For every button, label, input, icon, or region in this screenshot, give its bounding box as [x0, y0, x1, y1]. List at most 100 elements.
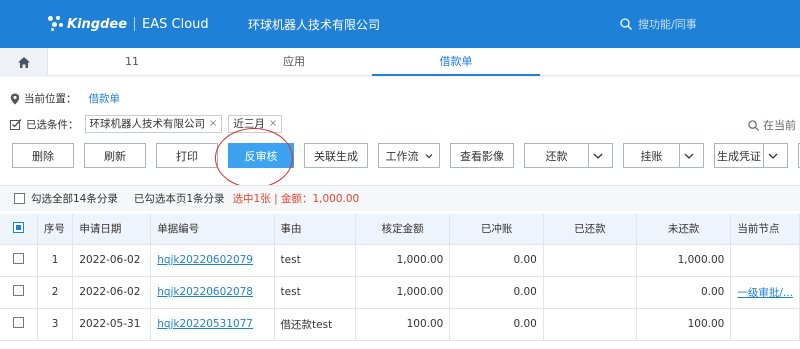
unpaid-amount: 0.00: [636, 276, 732, 309]
workflow-label: 工作流: [385, 149, 419, 163]
bill-code-link[interactable]: hqjk20220602078: [157, 286, 253, 298]
table-row[interactable]: 2 2022-06-02 hqjk20220602078 test 1,000.…: [0, 276, 800, 309]
bill-code-link[interactable]: hqjk20220531077: [157, 318, 253, 330]
header-checkbox-cell: [0, 214, 38, 245]
global-search-input[interactable]: [638, 17, 778, 31]
repaid-amount: [543, 276, 637, 309]
current-node-link[interactable]: 一级审批/...: [737, 287, 793, 299]
breadcrumb: 当前位置： 借款单: [10, 91, 120, 106]
select-all-label: 勾选全部14条分录: [31, 193, 118, 205]
workflow-dropdown[interactable]: 工作流: [378, 143, 440, 168]
offset-amount: 0.00: [449, 244, 544, 277]
filter-check-icon: [10, 119, 22, 130]
column-header[interactable]: 申请日期: [72, 214, 152, 245]
gen-voucher-dropdown-toggle[interactable]: [763, 144, 781, 167]
loan-bill-table: 序号 申请日期 单据编号 事由 核定金额 已冲账 已还款 未还款 当前节点 1 …: [0, 214, 800, 341]
search-icon: [620, 18, 632, 30]
home-icon: [17, 56, 30, 68]
column-header[interactable]: 单据编号: [150, 214, 275, 245]
refresh-button[interactable]: 刷新: [84, 143, 146, 168]
page-search[interactable]: 在当前: [748, 117, 796, 133]
tab-bar: 11 应用 借款单: [0, 48, 800, 76]
offset-amount: 0.00: [449, 308, 544, 341]
bill-code-cell: hqjk20220531077: [150, 308, 275, 341]
top-bar: Kingdee EAS Cloud 环球机器人技术有限公司: [0, 0, 800, 48]
apply-date: 2022-06-02: [72, 276, 152, 309]
page-search-placeholder: 在当前: [763, 119, 796, 132]
row-checkbox-cell: [0, 308, 38, 341]
filter-chip-company: 环球机器人技术有限公司 ×: [84, 115, 223, 133]
table-row[interactable]: 3 2022-05-31 hqjk20220531077 借还款test 100…: [0, 308, 800, 341]
repay-split-button[interactable]: 还款: [524, 143, 613, 168]
kingdee-logo[interactable]: Kingdee EAS Cloud: [48, 13, 209, 35]
unapprove-button[interactable]: 反审核: [228, 143, 294, 168]
row-checkbox-cell: [0, 244, 38, 277]
table-header-row: 序号 申请日期 单据编号 事由 核定金额 已冲账 已还款 未还款 当前节点: [0, 214, 800, 245]
offset-amount: 0.00: [449, 276, 544, 309]
print-button[interactable]: 打印: [156, 143, 218, 168]
row-checkbox[interactable]: [12, 285, 24, 296]
unpaid-amount: 1,000.00: [636, 244, 732, 277]
selection-summary: 选中1张 | 金额：1,000.00: [232, 193, 360, 205]
delete-button[interactable]: 删除: [12, 143, 74, 168]
view-image-button[interactable]: 查看影像: [450, 143, 514, 168]
hang-account-label: 挂账: [640, 149, 663, 163]
filter-chip-text: 环球机器人技术有限公司: [89, 118, 206, 130]
chevron-down-icon: [425, 153, 432, 158]
approved-amount: 100.00: [355, 308, 451, 341]
chevron-down-icon: [768, 153, 777, 159]
main-content: 当前位置： 借款单 已选条件： 环球机器人技术有限公司 × 近三月 × 在当前 …: [0, 77, 800, 349]
chevron-down-icon: [593, 153, 602, 159]
company-title: 环球机器人技术有限公司: [248, 18, 381, 32]
approved-amount: 1,000.00: [355, 276, 451, 309]
unpaid-amount: 100.00: [636, 308, 732, 341]
location-label: 当前位置：: [24, 93, 77, 105]
row-checkbox-cell: [0, 276, 38, 309]
repaid-amount: [543, 244, 637, 277]
column-header[interactable]: 核定金额: [355, 214, 451, 245]
home-tab[interactable]: [0, 48, 48, 76]
apply-date: 2022-05-31: [72, 308, 152, 341]
tab-11[interactable]: 11: [48, 48, 216, 76]
tab-loan-bill[interactable]: 借款单: [372, 48, 540, 76]
search-icon: [748, 119, 759, 131]
header-checkbox[interactable]: [12, 221, 24, 233]
approved-amount: 1,000.00: [355, 244, 451, 277]
row-checkbox[interactable]: [12, 253, 24, 264]
gen-voucher-split-button[interactable]: 生成凭证: [714, 143, 788, 168]
hang-account-split-button[interactable]: 挂账: [623, 143, 704, 168]
location-link[interactable]: 借款单: [89, 91, 121, 106]
select-all-checkbox[interactable]: [14, 193, 25, 204]
repay-label: 还款: [545, 149, 568, 163]
row-number: 2: [37, 276, 74, 309]
column-header[interactable]: 序号: [37, 214, 74, 245]
reason: 借还款test: [274, 308, 356, 341]
table-row[interactable]: 1 2022-06-02 hqjk20220602079 test 1,000.…: [0, 244, 800, 277]
filter-label: 已选条件：: [26, 118, 79, 131]
column-header[interactable]: 已冲账: [449, 214, 544, 245]
row-checkbox[interactable]: [12, 317, 24, 328]
chevron-down-icon: [684, 153, 693, 159]
brand-divider: [134, 17, 136, 31]
bill-code-cell: hqjk20220602079: [150, 244, 275, 277]
tab-apps[interactable]: 应用: [216, 48, 372, 76]
repay-dropdown-toggle[interactable]: [588, 144, 606, 167]
selection-bar: 勾选全部14条分录 已勾选本页1条分录 选中1张 | 金额：1,000.00: [0, 185, 800, 211]
filter-chip-period: 近三月 ×: [228, 115, 283, 133]
column-header[interactable]: 未还款: [636, 214, 732, 245]
close-icon[interactable]: ×: [209, 116, 217, 132]
column-header[interactable]: 已还款: [543, 214, 637, 245]
apply-date: 2022-06-02: [72, 244, 152, 277]
reason: test: [274, 244, 356, 277]
location-pin-icon: [10, 93, 20, 104]
bill-code-link[interactable]: hqjk20220602079: [157, 254, 253, 266]
close-icon[interactable]: ×: [269, 116, 277, 132]
link-generate-button[interactable]: 关联生成: [304, 143, 368, 168]
row-number: 1: [37, 244, 74, 277]
global-search: [620, 14, 800, 34]
column-header[interactable]: 事由: [274, 214, 356, 245]
column-header[interactable]: 当前节点: [730, 214, 800, 245]
hang-account-dropdown-toggle[interactable]: [679, 144, 697, 167]
current-node: [730, 244, 800, 277]
current-node: [730, 308, 800, 341]
